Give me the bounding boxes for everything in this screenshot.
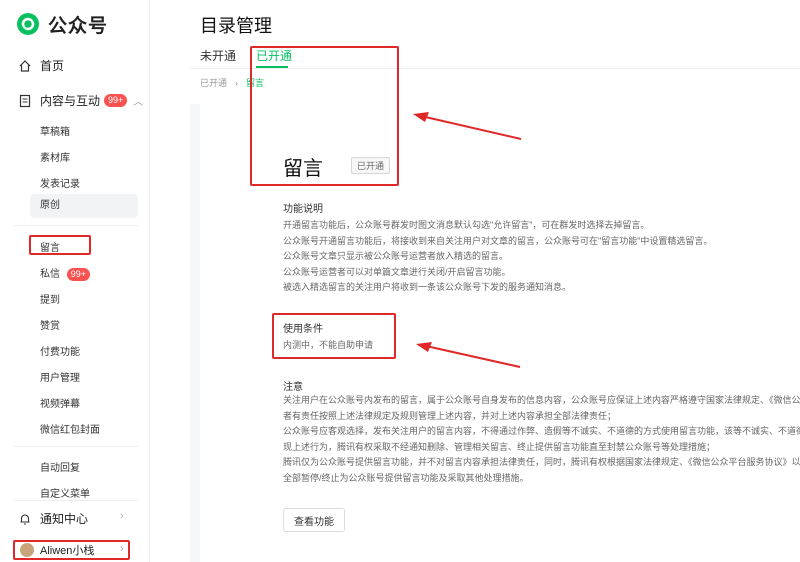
messages-label: 私信 — [40, 269, 60, 280]
sidebar-item-messages[interactable]: 私信 99+ — [40, 265, 91, 281]
chevron-right-icon: › — [120, 510, 124, 522]
view-feature-button[interactable]: 查看功能 — [283, 508, 345, 532]
func-line: 公众账号开通留言功能后，将接收到来自关注用户对文章的留言，公众账号可在"留言功能… — [283, 235, 713, 246]
wechat-logo-icon — [17, 13, 39, 35]
sidebar-item-custom-menu[interactable]: 自定义菜单 — [40, 485, 90, 500]
nav-notify[interactable]: 通知中心 — [18, 510, 88, 527]
note-line: 全部暂停/终止为公众账号提供留言功能及采取其他处理措施。 — [283, 472, 529, 483]
annotation-box — [272, 313, 396, 359]
brand-name: 公众号 — [48, 15, 109, 37]
annotation-arrow-icon — [416, 342, 521, 368]
note-line: 者有责任按照上述法律规定及规则管理上述内容，并对上述内容承担全部法律责任； — [283, 410, 617, 421]
note-line: 关注用户在公众账号内发布的留言，属于公众账号自身发布的信息内容，公众账号应保证上… — [283, 395, 800, 405]
chevron-right-icon: › — [235, 77, 239, 88]
content-badge: 99+ — [104, 94, 128, 107]
note-title: 注意 — [283, 382, 303, 393]
func-line: 公众账号运营者可以对单篇文章进行关闭/开启留言功能。 — [283, 266, 511, 277]
func-line: 被选入精选留言的关注用户将收到一条该公众账号下发的服务通知消息。 — [283, 282, 572, 293]
sidebar-item-paid[interactable]: 付费功能 — [40, 343, 80, 358]
chevron-up-icon: ︿ — [133, 97, 144, 108]
note-line: 公众账号应客观选择，发布关注用户的留言内容，不得通过作弊、造假等不诚实、不道德的… — [283, 426, 800, 437]
divider — [14, 500, 138, 501]
note-line: 腾讯仅为公众账号提供留言功能，并不对留言内容承担法律责任，同时，腾讯有权根据国家… — [283, 457, 800, 468]
nav-content[interactable]: 内容与互动 99+ ︿ — [18, 92, 143, 109]
func-line: 公众账号文章只显示被公众账号运营者放入精选的留言。 — [283, 251, 509, 262]
home-icon — [18, 59, 32, 73]
sidebar-item-mentions[interactable]: 提到 — [40, 291, 60, 306]
messages-badge: 99+ — [66, 268, 91, 281]
annotation-box — [13, 540, 130, 560]
sidebar-item-drafts[interactable]: 草稿箱 — [40, 123, 70, 138]
document-icon — [18, 94, 32, 108]
sidebar-item-reward[interactable]: 赞赏 — [40, 317, 60, 332]
note-description: 关注用户在公众账号内发布的留言，属于公众账号自身发布的信息内容，公众账号应保证上… — [283, 393, 800, 487]
sidebar-item-original[interactable]: 原创 — [30, 194, 138, 218]
page-title: 目录管理 — [200, 16, 272, 36]
annotation-box — [250, 46, 399, 186]
nav-home[interactable]: 首页 — [18, 57, 64, 74]
sidebar-item-auto-reply[interactable]: 自动回复 — [40, 459, 80, 474]
nav-content-label: 内容与互动 — [40, 94, 101, 108]
sidebar-item-publish-log[interactable]: 发表记录 — [40, 175, 80, 190]
func-line: 开通留言功能后，公众账号群发时图文消息默认勾选"允许留言"，可在群发时选择去掉留… — [283, 220, 650, 230]
func-description: 开通留言功能后，公众账号群发时图文消息默认勾选"允许留言"，可在群发时选择去掉留… — [283, 218, 712, 296]
divider — [14, 225, 138, 226]
nav-home-label: 首页 — [40, 59, 65, 73]
sidebar-item-users[interactable]: 用户管理 — [40, 369, 80, 384]
sidebar-item-danmaku[interactable]: 视频弹幕 — [40, 395, 80, 410]
annotation-box — [29, 235, 91, 255]
sidebar-item-red-packet[interactable]: 微信红包封面 — [40, 421, 100, 436]
bell-icon — [18, 512, 32, 526]
annotation-arrow-icon — [413, 112, 522, 140]
nav-notify-label: 通知中心 — [40, 512, 89, 526]
brand-logo[interactable]: 公众号 — [16, 10, 108, 38]
breadcrumb-parent[interactable]: 已开通 — [200, 76, 227, 89]
note-line: 现上述行为，腾讯有权采取不经通知删除、管理相关留言、终止提供留言功能直至封禁公众… — [283, 441, 716, 452]
func-title: 功能说明 — [283, 204, 323, 215]
tab-not-enabled[interactable]: 未开通 — [200, 47, 236, 64]
divider — [14, 446, 138, 447]
sidebar: 公众号 首页 内容与互动 99+ ︿ 草稿箱 素材库 发表记录 原创 留言 私信… — [0, 0, 150, 562]
sidebar-item-materials[interactable]: 素材库 — [40, 149, 70, 164]
